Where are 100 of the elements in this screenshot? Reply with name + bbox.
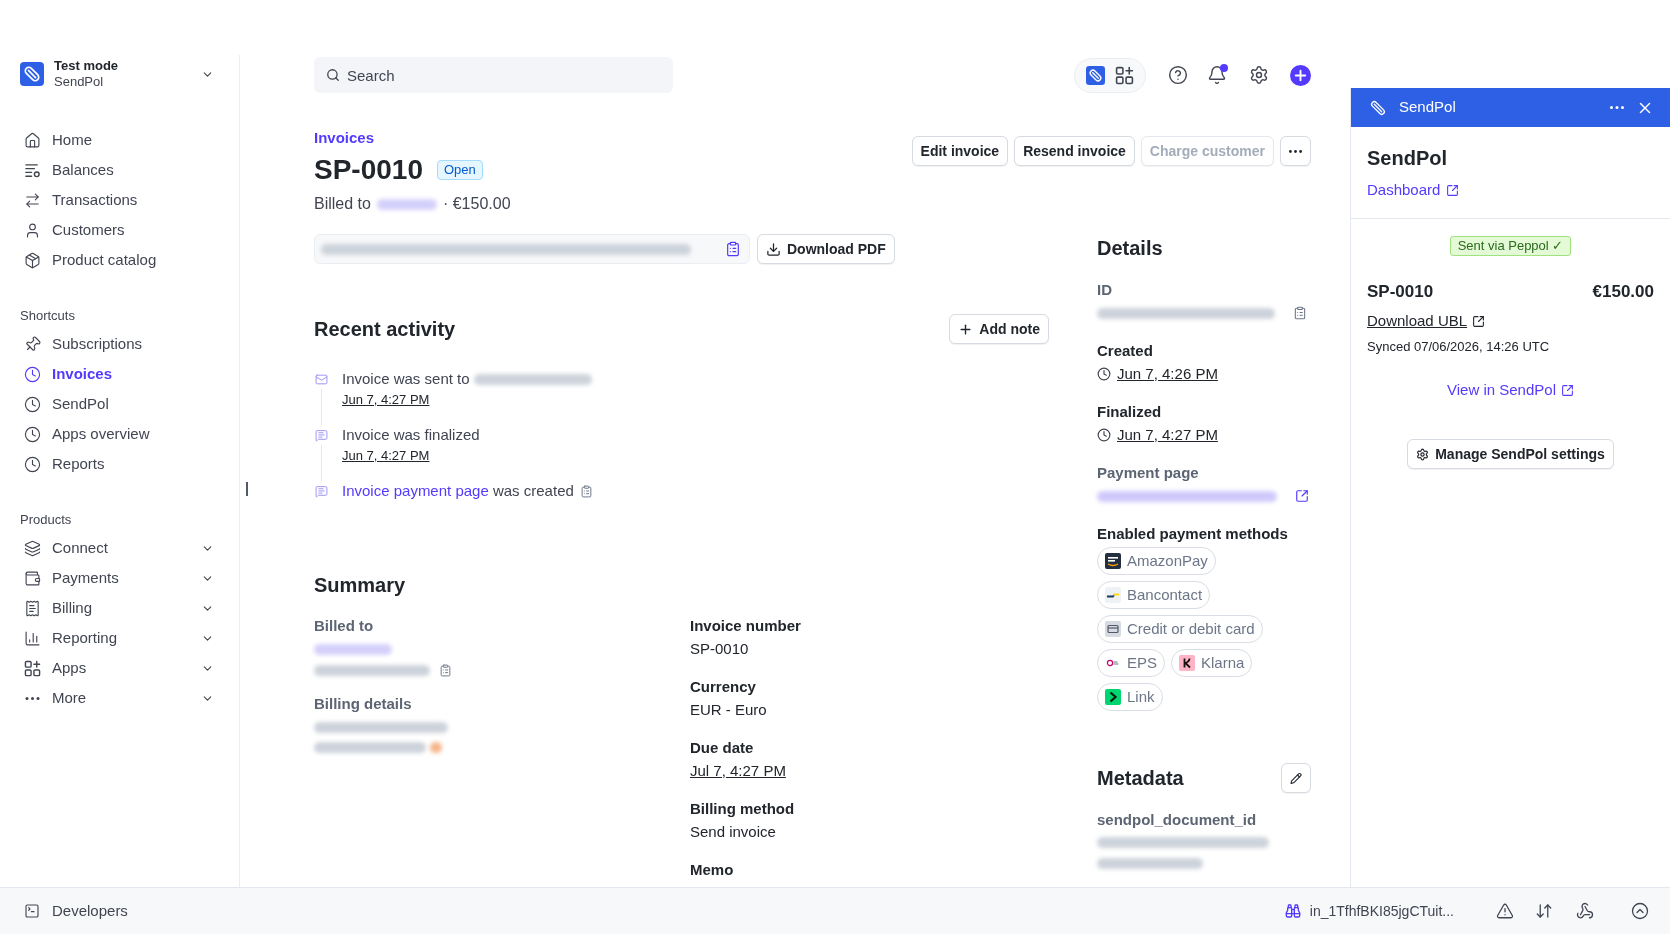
edit-button[interactable]	[1281, 763, 1311, 793]
field-label: Finalized	[1097, 402, 1163, 422]
chevron-up-icon[interactable]	[1631, 902, 1649, 920]
activity-text: Invoice was sent to	[342, 369, 470, 389]
search-field[interactable]: Search	[314, 57, 673, 93]
action-button[interactable]: Resend invoice	[1014, 136, 1135, 166]
clock-icon	[24, 365, 41, 383]
nav-item[interactable]: Reporting	[20, 623, 219, 653]
payment-page-link[interactable]: Invoice payment page	[342, 482, 489, 499]
warning-icon[interactable]	[1496, 902, 1514, 920]
field-value: SP-0010	[690, 639, 749, 659]
invoice-number: SP-0010	[1367, 281, 1434, 303]
nav-item[interactable]: Apps overview	[20, 419, 219, 449]
copy-icon[interactable]	[439, 663, 452, 677]
billed-to-label: Billed to	[314, 194, 371, 214]
clock-icon	[24, 455, 41, 473]
plus-icon	[958, 321, 974, 337]
dashboard-link[interactable]: Dashboard	[1367, 180, 1460, 200]
nav-item[interactable]: Home	[20, 125, 219, 155]
create-icon[interactable]	[1290, 64, 1311, 86]
link-field[interactable]	[314, 234, 750, 264]
metadata-key: sendpol_document_id	[1097, 810, 1311, 830]
add-note-button[interactable]: Add note	[949, 314, 1049, 344]
nav-item[interactable]: Connect	[20, 533, 219, 563]
home-icon	[24, 131, 41, 149]
balances-icon	[24, 161, 41, 179]
user-icon	[24, 221, 41, 239]
settings-button[interactable]: Manage SendPol settings	[1407, 439, 1614, 469]
action-button[interactable]: Edit invoice	[911, 136, 1009, 166]
section-label: Shortcuts	[20, 307, 76, 325]
field-label: Billing details	[314, 694, 413, 714]
webhook-icon[interactable]	[1576, 902, 1594, 920]
field-label: Enabled payment methods	[1097, 524, 1289, 544]
nav-item[interactable]: Customers	[20, 215, 219, 245]
nav-item[interactable]: Invoices	[20, 359, 219, 389]
settings-icon[interactable]	[1249, 65, 1269, 85]
search-icon	[326, 68, 340, 82]
copy-icon[interactable]	[725, 241, 741, 257]
resize-handle[interactable]	[246, 482, 248, 496]
nav-item[interactable]: Subscriptions	[20, 329, 219, 359]
apps-icon[interactable]	[1115, 65, 1134, 85]
download-button[interactable]: Download PDF	[757, 234, 895, 264]
external-link-icon[interactable]	[1295, 489, 1309, 503]
field-label: ID	[1097, 280, 1113, 300]
pencil-icon	[1290, 771, 1302, 785]
activity-time[interactable]: Jun 7, 4:27 PM	[342, 447, 480, 465]
app-logo-icon[interactable]	[1086, 65, 1105, 85]
nav-item[interactable]: Payments	[20, 563, 219, 593]
message-icon	[314, 429, 328, 442]
external-link-icon	[1472, 314, 1486, 328]
help-icon[interactable]	[1168, 65, 1188, 85]
nav-item[interactable]: SendPol	[20, 389, 219, 419]
nav-item[interactable]: Balances	[20, 155, 219, 185]
invoice-amount: €150.00	[1592, 281, 1654, 303]
activity-time[interactable]: Jun 7, 4:27 PM	[342, 391, 592, 409]
box-icon	[24, 251, 41, 269]
developers-button[interactable]: Developers	[24, 899, 128, 923]
message-icon	[314, 485, 328, 498]
account-switcher[interactable]: Test mode SendPol	[20, 58, 219, 90]
nav-item[interactable]: Transactions	[20, 185, 219, 215]
invoice-title: SP-0010	[314, 153, 423, 187]
nav-item[interactable]: Reports	[20, 449, 219, 479]
chevron-logo-icon	[1105, 689, 1121, 705]
nav-item[interactable]: Billing	[20, 593, 219, 623]
date-link[interactable]: Jul 7, 4:27 PM	[690, 760, 786, 782]
arrows-icon[interactable]	[1535, 902, 1553, 920]
sync-status: Synced 07/06/2026, 14:26 UTC	[1367, 338, 1551, 356]
panel-title: SendPol	[1399, 97, 1456, 118]
ellipsis-icon	[1289, 149, 1302, 153]
status-badge: Open	[436, 160, 483, 180]
view-link[interactable]: View in SendPol	[1447, 380, 1574, 400]
terminal-icon	[24, 903, 40, 919]
download-link[interactable]: Download UBL	[1367, 311, 1486, 331]
card-icon	[1105, 621, 1121, 637]
nav-item[interactable]: Apps	[20, 653, 219, 683]
settings-icon	[1416, 447, 1430, 461]
bar-chart-icon	[24, 629, 41, 647]
app-logo-icon	[20, 62, 44, 86]
status-badge: Sent via Peppol ✓	[1449, 236, 1572, 256]
payment-logo-icon	[1179, 655, 1195, 671]
date-link[interactable]: Jun 7, 4:27 PM	[1117, 424, 1218, 446]
object-id-button[interactable]: in_1TfhfBKI85jgCTuit...	[1284, 900, 1454, 922]
breadcrumb-link[interactable]: Invoices	[314, 129, 511, 147]
clock-icon	[1097, 428, 1111, 442]
field-value: EUR - Euro	[690, 700, 767, 720]
nav-item[interactable]: Product catalog	[20, 245, 219, 275]
more-button[interactable]	[1280, 136, 1311, 166]
section-heading: Details	[1097, 236, 1164, 261]
invoice-amount: · €150.00	[442, 194, 511, 214]
date-link[interactable]: Jun 7, 4:26 PM	[1117, 363, 1218, 385]
external-link-icon	[1561, 383, 1574, 397]
activity-text: Invoice payment page was created	[342, 481, 574, 501]
section-label: Products	[20, 511, 73, 529]
field-label: Currency	[690, 677, 757, 697]
field-label: Payment page	[1097, 463, 1200, 483]
copy-icon[interactable]	[579, 484, 593, 498]
nav-item[interactable]: More	[20, 683, 219, 713]
notifications-icon[interactable]	[1207, 65, 1227, 85]
clock-icon	[1097, 367, 1111, 381]
copy-icon[interactable]	[1293, 306, 1307, 320]
